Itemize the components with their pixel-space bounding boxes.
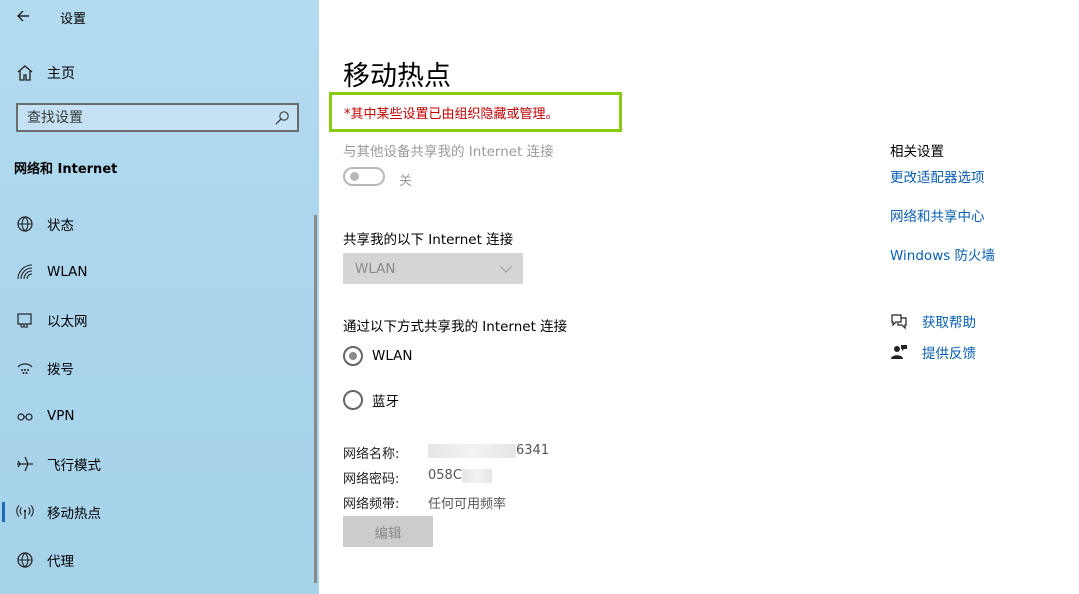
radio-wlan-circle[interactable] — [343, 346, 363, 366]
sidebar-item-label: 拨号 — [47, 362, 74, 378]
help-chat-icon — [891, 314, 907, 330]
network-password-row: 网络密码: 058C — [343, 468, 492, 487]
nav-list: 状态 WLAN 以太网 拨号 VPN 飞行模式 移动热点 代理 — [0, 200, 319, 584]
airplane-icon — [16, 455, 34, 473]
policy-notice: *其中某些设置已由组织隐藏或管理。 — [329, 92, 622, 132]
edit-button[interactable]: 编辑 — [343, 516, 433, 547]
sidebar-item-dialup[interactable]: 拨号 — [0, 344, 319, 392]
title-bar: 设置 — [0, 0, 319, 32]
back-button[interactable] — [14, 6, 34, 26]
toggle-knob — [350, 172, 359, 181]
feedback-icon — [891, 345, 907, 359]
globe-status-icon — [16, 215, 34, 233]
network-name-row: 网络名称: 6341 — [343, 443, 549, 462]
sidebar-item-label: 飞行模式 — [47, 458, 101, 474]
wifi-icon — [16, 263, 34, 281]
redacted-block — [428, 443, 516, 458]
share-connection-label: 与其他设备共享我的 Internet 连接 — [343, 144, 554, 160]
share-from-label: 共享我的以下 Internet 连接 — [343, 232, 514, 248]
radio-wlan-label: WLAN — [372, 348, 413, 364]
window-title: 设置 — [60, 12, 87, 27]
sidebar-item-airplane-mode[interactable]: 飞行模式 — [0, 440, 319, 488]
back-arrow-icon — [17, 10, 29, 22]
redacted-block — [461, 468, 492, 483]
network-name-label: 网络名称: — [343, 447, 400, 462]
link-network-sharing-center[interactable]: 网络和共享中心 — [890, 205, 985, 225]
share-from-dropdown[interactable]: WLAN — [343, 253, 523, 284]
sidebar-item-label: 代理 — [47, 554, 74, 570]
section-title: 网络和 Internet — [14, 162, 118, 177]
sidebar-item-mobile-hotspot[interactable]: 移动热点 — [0, 488, 319, 536]
sidebar-item-wlan[interactable]: WLAN — [0, 248, 319, 296]
search-icon[interactable] — [274, 110, 290, 126]
get-help-row[interactable]: 获取帮助 — [890, 311, 976, 331]
sidebar-item-label: WLAN — [47, 264, 88, 280]
feedback-row[interactable]: 提供反馈 — [890, 342, 976, 362]
get-help-link[interactable]: 获取帮助 — [922, 311, 976, 331]
network-band-label: 网络频带: — [343, 497, 400, 512]
chevron-down-icon — [499, 265, 513, 273]
search-box — [16, 103, 299, 132]
home-icon — [17, 65, 33, 81]
share-over-label: 通过以下方式共享我的 Internet 连接 — [343, 319, 568, 335]
sidebar-home[interactable]: 主页 — [16, 62, 296, 84]
radio-bluetooth[interactable]: 蓝牙 — [343, 390, 399, 410]
dialup-icon — [16, 359, 34, 377]
feedback-link[interactable]: 提供反馈 — [922, 342, 976, 362]
sidebar-item-label: 状态 — [47, 218, 74, 234]
network-password-value-wrap: 058C — [428, 468, 492, 487]
related-settings-heading: 相关设置 — [890, 144, 944, 160]
sidebar-item-label: VPN — [47, 408, 75, 424]
network-name-value-wrap: 6341 — [428, 443, 549, 462]
radio-bluetooth-label: 蓝牙 — [372, 394, 399, 410]
policy-notice-text: *其中某些设置已由组织隐藏或管理。 — [344, 106, 559, 122]
sidebar-home-label: 主页 — [47, 66, 75, 82]
sidebar-item-label: 移动热点 — [47, 506, 101, 522]
vpn-icon — [16, 407, 34, 425]
ethernet-icon — [16, 311, 34, 329]
sidebar-item-vpn[interactable]: VPN — [0, 392, 319, 440]
radio-bluetooth-circle[interactable] — [343, 390, 363, 410]
sidebar-scrollbar[interactable] — [314, 215, 317, 583]
hotspot-toggle[interactable] — [343, 167, 385, 186]
network-band-row: 网络频带: 任何可用频率 — [343, 493, 506, 512]
sidebar-item-label: 以太网 — [47, 314, 88, 330]
link-windows-firewall[interactable]: Windows 防火墙 — [890, 244, 995, 264]
radio-wlan[interactable]: WLAN — [343, 346, 413, 366]
sidebar-item-status[interactable]: 状态 — [0, 200, 319, 248]
link-change-adapter-options[interactable]: 更改适配器选项 — [890, 166, 985, 186]
network-name-value: 6341 — [516, 443, 550, 458]
sidebar: 设置 主页 网络和 Internet 状态 WLAN — [0, 0, 319, 594]
network-password-label: 网络密码: — [343, 472, 400, 487]
sidebar-item-ethernet[interactable]: 以太网 — [0, 296, 319, 344]
related-settings: 相关设置 更改适配器选项 网络和共享中心 Windows 防火墙 — [890, 140, 1070, 264]
share-from-value: WLAN — [355, 260, 396, 277]
search-input[interactable] — [18, 105, 274, 130]
hotspot-icon — [16, 503, 34, 521]
main-content: 移动热点 *其中某些设置已由组织隐藏或管理。 与其他设备共享我的 Interne… — [319, 0, 1079, 594]
sidebar-item-proxy[interactable]: 代理 — [0, 536, 319, 584]
globe-icon — [16, 551, 34, 569]
page-title: 移动热点 — [343, 61, 451, 92]
toggle-state-label: 关 — [399, 174, 413, 189]
network-password-value: 058C — [428, 468, 462, 483]
network-band-value: 任何可用频率 — [428, 497, 507, 512]
